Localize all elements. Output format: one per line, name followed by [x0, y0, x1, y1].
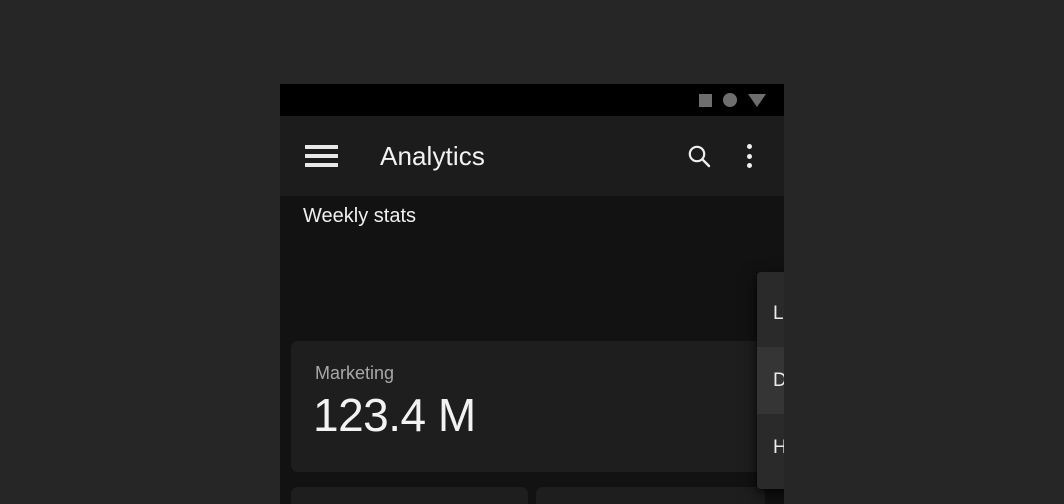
stat-card-label: Marketing [315, 363, 394, 384]
hamburger-line [305, 163, 338, 167]
overflow-dot [747, 144, 752, 149]
overflow-dropdown-menu[interactable]: Light themeDark themeHide all notificati… [757, 272, 784, 489]
triangle-indicator-icon [748, 94, 766, 107]
section-title: Weekly stats [303, 205, 416, 228]
status-bar-icons [699, 84, 766, 116]
square-indicator-icon [699, 94, 712, 107]
overflow-menu-icon[interactable] [738, 143, 760, 169]
app-bar: Analytics [280, 116, 784, 196]
content-area: Weekly stats Marketing 123.4 M Conversio… [280, 196, 784, 504]
circle-indicator-icon [723, 93, 737, 107]
menu-item-dark-theme[interactable]: Dark theme [757, 347, 784, 414]
search-glyph [685, 142, 713, 170]
page-title: Analytics [380, 141, 485, 172]
status-bar [280, 84, 784, 116]
overflow-dot [747, 154, 752, 159]
stat-card-conversion[interactable]: Conversion 432.1M [291, 487, 528, 504]
hamburger-menu-icon[interactable] [305, 145, 338, 167]
hamburger-line [305, 154, 338, 158]
stat-card-value: 123.4 M [313, 388, 476, 442]
overflow-dot [747, 163, 752, 168]
menu-item-hide-all-notification-content[interactable]: Hide all notification content [757, 414, 784, 481]
phone-device-frame: Analytics Weekly stats Marketing 123.4 M… [280, 84, 784, 504]
stat-card-chart[interactable] [536, 487, 765, 504]
stat-card-marketing[interactable]: Marketing 123.4 M [291, 341, 765, 472]
hamburger-line [305, 145, 338, 149]
menu-item-light-theme[interactable]: Light theme [757, 280, 784, 347]
search-icon[interactable] [685, 142, 713, 170]
